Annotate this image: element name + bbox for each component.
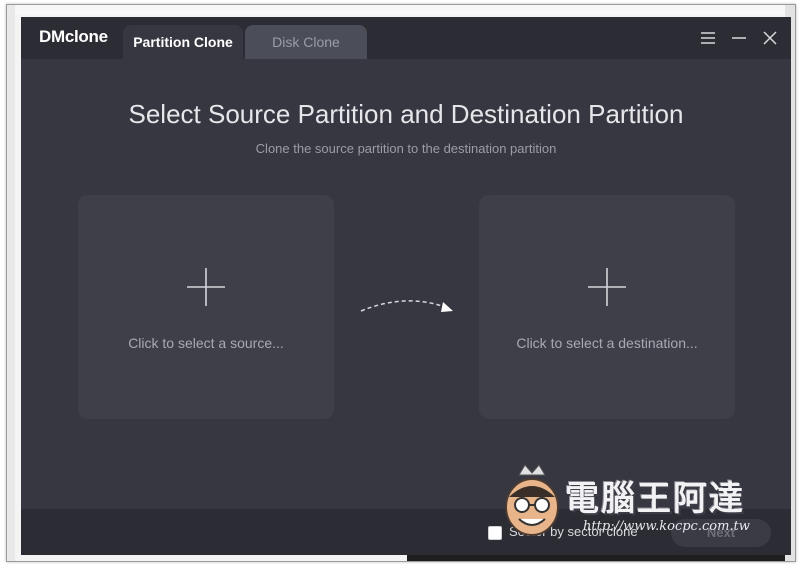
destination-partition-card[interactable]: Click to select a destination... xyxy=(479,195,735,419)
minimize-button[interactable] xyxy=(728,27,750,49)
screenshot-frame: DMclone Partition Clone Disk Clone Selec… xyxy=(6,4,796,562)
dmclone-window: DMclone Partition Clone Disk Clone Selec… xyxy=(21,17,791,555)
menu-button[interactable] xyxy=(697,27,719,49)
title-bar: DMclone Partition Clone Disk Clone xyxy=(21,17,791,59)
page-subtitle: Clone the source partition to the destin… xyxy=(255,141,557,156)
close-button[interactable] xyxy=(759,27,781,49)
watermark-url: http://www.kocpc.com.tw xyxy=(583,519,750,534)
tab-partition-clone[interactable]: Partition Clone xyxy=(123,25,243,59)
plus-icon xyxy=(588,268,626,306)
watermark-logo: 電腦王阿達 http://www.kocpc.com.tw xyxy=(499,457,784,549)
source-card-label: Click to select a source... xyxy=(128,335,284,351)
watermark-title: 電腦王阿達 xyxy=(565,479,745,519)
page-title: Select Source Partition and Destination … xyxy=(128,99,684,129)
app-brand: DMclone xyxy=(39,27,108,46)
destination-card-label: Click to select a destination... xyxy=(516,335,698,351)
source-partition-card[interactable]: Click to select a source... xyxy=(78,195,334,419)
tab-disk-clone[interactable]: Disk Clone xyxy=(245,25,367,59)
minimize-icon xyxy=(732,37,746,39)
dashed-arrow-icon xyxy=(360,300,453,312)
plus-icon xyxy=(187,268,225,306)
background-desktop-left xyxy=(7,5,15,561)
mascot-face-icon xyxy=(505,464,559,536)
menu-icon xyxy=(701,32,715,44)
close-icon xyxy=(763,31,777,45)
background-desktop-top xyxy=(7,5,795,15)
